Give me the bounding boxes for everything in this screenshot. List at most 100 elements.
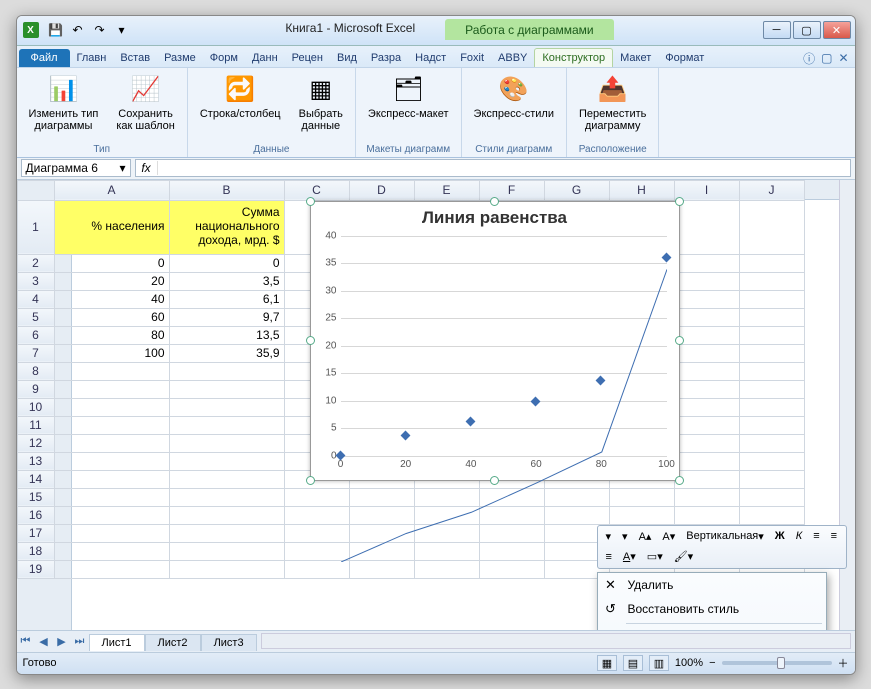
bold-icon[interactable]: Ж: [771, 529, 789, 543]
cell[interactable]: [674, 308, 739, 326]
align-icon[interactable]: ≡: [827, 529, 841, 543]
nav-first-icon[interactable]: ⏮: [17, 632, 35, 650]
tab-design[interactable]: Конструктор: [534, 48, 613, 67]
cell[interactable]: [739, 362, 804, 380]
cell[interactable]: [54, 560, 169, 578]
cell[interactable]: [284, 506, 349, 524]
cell[interactable]: [169, 488, 284, 506]
cell[interactable]: [169, 434, 284, 452]
cell[interactable]: 13,5: [169, 326, 284, 344]
cell[interactable]: [54, 524, 169, 542]
border-icon[interactable]: ▭▾: [643, 549, 667, 564]
cell[interactable]: 0: [54, 254, 169, 272]
column-header[interactable]: D: [349, 180, 414, 200]
row-header[interactable]: 3: [17, 272, 54, 290]
tab-addins[interactable]: Надст: [408, 49, 453, 67]
tab-layout[interactable]: Разме: [157, 49, 203, 67]
shrink-font-icon[interactable]: A▾: [658, 529, 679, 544]
resize-handle[interactable]: [490, 197, 499, 206]
zoom-slider[interactable]: [722, 661, 832, 665]
row-header[interactable]: 7: [17, 344, 54, 362]
cell[interactable]: [674, 362, 739, 380]
tab-file[interactable]: Файл: [19, 49, 70, 67]
cell[interactable]: [169, 416, 284, 434]
cell[interactable]: [739, 326, 804, 344]
column-header[interactable]: A: [54, 180, 169, 200]
save-template-button[interactable]: 📈Сохранить как шаблон: [112, 72, 179, 135]
cell[interactable]: [54, 362, 169, 380]
cell[interactable]: [739, 398, 804, 416]
horizontal-scrollbar[interactable]: [261, 633, 851, 649]
minimize-button[interactable]: ─: [763, 21, 791, 39]
zoom-out-icon[interactable]: −: [709, 657, 715, 669]
cell[interactable]: [54, 416, 169, 434]
grow-font-icon[interactable]: A▴: [635, 529, 656, 544]
tab-formulas[interactable]: Форм: [203, 49, 245, 67]
cell[interactable]: [284, 560, 349, 578]
resize-handle[interactable]: [306, 476, 315, 485]
resize-handle[interactable]: [675, 476, 684, 485]
save-icon[interactable]: 💾: [47, 21, 65, 39]
cell[interactable]: [674, 488, 739, 506]
cell[interactable]: [739, 452, 804, 470]
cell[interactable]: [54, 452, 169, 470]
column-header[interactable]: I: [674, 180, 739, 200]
cell[interactable]: [169, 398, 284, 416]
cell[interactable]: [169, 362, 284, 380]
tab-layout2[interactable]: Макет: [613, 49, 658, 67]
zoom-in-icon[interactable]: ＋: [838, 655, 849, 671]
cell[interactable]: 20: [54, 272, 169, 290]
nav-last-icon[interactable]: ⏭: [71, 632, 89, 650]
zoom-level[interactable]: 100%: [675, 657, 703, 669]
column-header[interactable]: F: [479, 180, 544, 200]
cell[interactable]: [674, 254, 739, 272]
cell[interactable]: % населения: [54, 200, 169, 254]
qat-dropdown-icon[interactable]: ▾: [113, 21, 131, 39]
cell[interactable]: [169, 506, 284, 524]
tab-review[interactable]: Рецен: [285, 49, 330, 67]
tab-home[interactable]: Главн: [70, 49, 114, 67]
row-header[interactable]: 18: [17, 542, 54, 560]
cell[interactable]: [674, 470, 739, 488]
fx-icon[interactable]: fx: [136, 161, 158, 175]
row-header[interactable]: 8: [17, 362, 54, 380]
row-header[interactable]: 11: [17, 416, 54, 434]
row-header[interactable]: 9: [17, 380, 54, 398]
cell[interactable]: [739, 488, 804, 506]
cell[interactable]: [169, 452, 284, 470]
cell[interactable]: 0: [169, 254, 284, 272]
cell[interactable]: [674, 344, 739, 362]
tab-abby[interactable]: ABBY: [491, 49, 534, 67]
cell[interactable]: [169, 542, 284, 560]
tab-insert[interactable]: Встав: [113, 49, 157, 67]
select-data-button[interactable]: ▦Выбрать данные: [295, 72, 347, 135]
row-header[interactable]: 13: [17, 452, 54, 470]
cell[interactable]: Сумма национального дохода, мрд. $: [169, 200, 284, 254]
row-header[interactable]: 14: [17, 470, 54, 488]
context-item[interactable]: 📊Изменить тип диаграммы...: [598, 626, 826, 630]
cell[interactable]: [169, 380, 284, 398]
column-header[interactable]: B: [169, 180, 284, 200]
row-header[interactable]: 19: [17, 560, 54, 578]
row-header[interactable]: 12: [17, 434, 54, 452]
cell[interactable]: [739, 380, 804, 398]
switch-row-col-button[interactable]: 🔁Строка/столбец: [196, 72, 285, 123]
quick-styles-button[interactable]: 🎨Экспресс-стили: [470, 72, 558, 123]
row-header[interactable]: 1: [17, 200, 54, 254]
cell[interactable]: [674, 290, 739, 308]
resize-handle[interactable]: [306, 197, 315, 206]
sheet-tab[interactable]: Лист1: [89, 634, 145, 651]
embedded-chart[interactable]: Линия равенства 051015202530354002040608…: [310, 201, 680, 481]
cell[interactable]: 6,1: [169, 290, 284, 308]
fill-color-icon[interactable]: 🖌▾: [670, 549, 698, 564]
resize-handle[interactable]: [675, 197, 684, 206]
worksheet[interactable]: ABCDEFGHIJ1% населенияСумма национальног…: [17, 180, 855, 630]
cell[interactable]: [479, 560, 544, 578]
cell[interactable]: [674, 434, 739, 452]
cell[interactable]: 40: [54, 290, 169, 308]
align-icon[interactable]: ≡: [809, 529, 823, 543]
font-size[interactable]: ▾: [618, 529, 632, 544]
cell[interactable]: [739, 470, 804, 488]
cell[interactable]: [284, 524, 349, 542]
minimize-ribbon-icon[interactable]: ▢: [821, 51, 832, 65]
